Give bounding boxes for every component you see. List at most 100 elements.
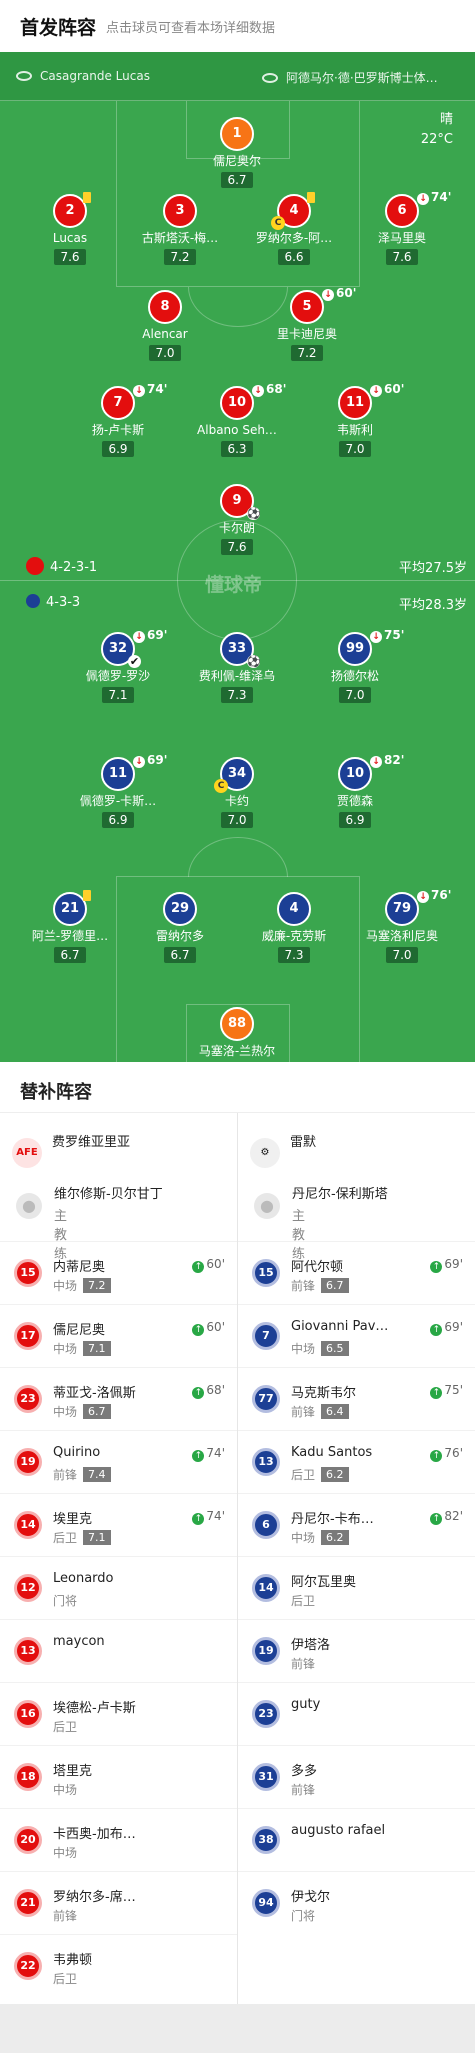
- home-avg-age: 平均27.5岁: [399, 561, 467, 576]
- away-player-29[interactable]: 29 雷纳尔多 6.7: [130, 892, 230, 963]
- sub-on-minute: ↑ 82': [430, 1509, 463, 1525]
- sub-in-icon: ↑: [430, 1513, 443, 1525]
- subs-title: 替补阵容: [20, 1082, 92, 1103]
- sub-minute: 82': [384, 753, 405, 767]
- sub-minute: 69': [147, 628, 168, 642]
- sub-player-rating: 6.5: [321, 1341, 349, 1356]
- home-player-11[interactable]: 11 ↓ 60' 韦斯利 7.0: [305, 382, 405, 457]
- home-player-3[interactable]: 3 古斯塔沃-梅… 7.2: [130, 194, 230, 265]
- sub-player-row[interactable]: 94 伊戈尔 门将: [238, 1871, 475, 1934]
- sub-player-number: 20: [14, 1826, 42, 1854]
- player-rating: 7.3: [221, 687, 253, 703]
- home-player-7[interactable]: 7 ↓ 74' 扬-卢卡斯 6.9: [68, 382, 168, 457]
- sub-player-row[interactable]: 6 丹尼尔-卡布… 中场 6.2 ↑ 82': [238, 1493, 475, 1556]
- number-text: 8: [160, 299, 170, 314]
- sub-player-name: guty: [291, 1697, 321, 1712]
- minute-text: 69': [444, 1320, 463, 1334]
- away-player-10[interactable]: 10 ↓ 82' 贾德森 6.9: [305, 753, 405, 828]
- away-player-79[interactable]: 79 ↓ 76' 马塞洛利尼奥 7.0: [352, 888, 452, 963]
- sub-out-icon: ↓: [252, 385, 264, 397]
- sub-player-number: 38: [252, 1826, 280, 1854]
- player-number: 33 ⚽: [220, 632, 261, 668]
- sub-player-row[interactable]: 13 Kadu Santos 后卫 6.2 ↑ 76': [238, 1430, 475, 1493]
- player-rating: 6.6: [278, 249, 310, 265]
- sub-player-row[interactable]: 7 Giovanni Pav… 中场 6.5 ↑ 69': [238, 1304, 475, 1367]
- sub-player-row[interactable]: 12 Leonardo 门将: [0, 1556, 237, 1619]
- page-header: 首发阵容 点击球员可查看本场详细数据: [0, 0, 475, 52]
- sub-on-minute: ↑ 69': [430, 1320, 463, 1336]
- sub-player-row[interactable]: 23 guty: [238, 1682, 475, 1745]
- sub-player-row[interactable]: 31 多多 前锋: [238, 1745, 475, 1808]
- sub-on-minute: ↑ 76': [430, 1446, 463, 1462]
- home-player-2[interactable]: 2 Lucas 7.6: [20, 192, 120, 265]
- position-text: 后卫: [291, 1594, 316, 1608]
- away-player-33[interactable]: 33 ⚽ 费利佩-维泽乌 7.3: [187, 632, 287, 703]
- away-player-99[interactable]: 99 ↓ 75' 扬德尔松 7.0: [305, 628, 405, 703]
- player-name: 泽马里奥: [377, 231, 426, 245]
- home-player-6[interactable]: 6 ↓ 74' 泽马里奥 7.6: [352, 190, 452, 265]
- sub-player-name: 伊戈尔: [291, 1890, 331, 1905]
- sub-off-indicator: ↓ 74': [133, 382, 167, 397]
- sub-in-icon: ↑: [192, 1513, 205, 1525]
- home-player-10[interactable]: 10 ↓ 68' Albano Seh… 6.3: [187, 382, 287, 457]
- home-team-header[interactable]: AFE 费罗维亚里亚: [12, 1131, 130, 1168]
- home-player-1[interactable]: 1 儒尼奥尔 6.7: [187, 117, 287, 188]
- position-text: 后卫: [53, 1972, 78, 1986]
- home-player-5[interactable]: 5 ↓ 60' 里卡迪尼奥 7.2: [257, 286, 357, 361]
- home-player-4[interactable]: 4 C 罗纳尔多-阿… 6.6: [244, 192, 344, 265]
- player-number: 99 ↓ 75': [338, 628, 404, 666]
- sub-player-row[interactable]: 17 儒尼尼奥 中场 7.1 ↑ 60': [0, 1304, 237, 1367]
- number-text: 1: [232, 126, 242, 141]
- sub-player-row[interactable]: 15 内蒂尼奥 中场 7.2 ↑ 60': [0, 1241, 237, 1304]
- sub-player-row[interactable]: 18 塔里克 中场: [0, 1745, 237, 1808]
- player-rating: 7.2: [164, 249, 196, 265]
- home-player-9[interactable]: 9 ⚽ 卡尔朗 7.6: [187, 484, 287, 555]
- sub-in-icon: ↑: [430, 1261, 443, 1273]
- sub-player-row[interactable]: 14 阿尔瓦里奥 后卫: [238, 1556, 475, 1619]
- sub-player-number: 12: [14, 1574, 42, 1602]
- player-number: 11 ↓ 60': [338, 382, 404, 420]
- sub-in-icon: ↑: [192, 1261, 205, 1273]
- home-player-8[interactable]: 8 Alencar 7.0: [115, 290, 215, 361]
- sub-player-rating: 6.7: [321, 1278, 349, 1293]
- position-text: 后卫: [53, 1720, 78, 1734]
- sub-player-row[interactable]: 22 韦弗顿 后卫: [0, 1934, 237, 1997]
- sub-player-name: maycon: [53, 1634, 105, 1649]
- minute-text: 74': [206, 1509, 225, 1523]
- sub-player-row[interactable]: 23 蒂亚戈-洛佩斯 中场 6.7 ↑ 68': [0, 1367, 237, 1430]
- away-player-21[interactable]: 21 阿兰-罗德里… 6.7: [20, 890, 120, 963]
- number-text: 9: [232, 493, 242, 508]
- sub-on-minute: ↑ 69': [430, 1257, 463, 1273]
- sub-player-row[interactable]: 20 卡西奥-加布… 中场: [0, 1808, 237, 1871]
- away-avg-age: 平均28.3岁: [399, 598, 467, 613]
- away-player-11[interactable]: 11 ↓ 69' 佩德罗-卡斯… 6.9: [68, 753, 168, 828]
- sub-player-row[interactable]: 19 Quirino 前锋 7.4 ↑ 74': [0, 1430, 237, 1493]
- number-text: 88: [227, 1016, 247, 1031]
- player-number: 2: [53, 192, 91, 228]
- sub-player-row[interactable]: 38 augusto rafael: [238, 1808, 475, 1871]
- temperature: 22°C: [420, 132, 453, 147]
- sub-player-row[interactable]: 15 阿代尔顿 前锋 6.7 ↑ 69': [238, 1241, 475, 1304]
- away-player-88[interactable]: 88马塞洛-兰热尔7.9: [187, 1007, 287, 1062]
- away-player-34[interactable]: 34 C 卡约 7.0: [187, 757, 287, 828]
- position-text: 前锋: [291, 1279, 316, 1293]
- sub-out-icon: ↓: [370, 756, 382, 768]
- sub-player-number: 23: [252, 1700, 280, 1728]
- sub-out-icon: ↓: [417, 891, 429, 903]
- minute-text: 60': [206, 1257, 225, 1271]
- sub-player-row[interactable]: 16 埃德松-卢卡斯 后卫: [0, 1682, 237, 1745]
- away-player-4[interactable]: 4 威廉-克劳斯 7.3: [244, 892, 344, 963]
- away-team-header[interactable]: ⚙ 雷默: [250, 1131, 316, 1168]
- away-player-32[interactable]: 32 ✔ ↓ 69' 佩德罗-罗沙 7.1: [68, 628, 168, 703]
- sub-player-name: augusto rafael: [291, 1823, 386, 1838]
- sub-player-rating: 6.2: [321, 1467, 349, 1482]
- sub-player-row[interactable]: 77 马克斯韦尔 前锋 6.4 ↑ 75': [238, 1367, 475, 1430]
- sub-player-row[interactable]: 19 伊塔洛 前锋: [238, 1619, 475, 1682]
- sub-player-row[interactable]: 14 埃里克 后卫 7.1 ↑ 74': [0, 1493, 237, 1556]
- sub-player-name: Giovanni Pav…: [291, 1319, 389, 1334]
- goal-ball-icon: ⚽: [247, 507, 261, 520]
- sub-player-row[interactable]: 13 maycon: [0, 1619, 237, 1682]
- away-subs-column: ⚙雷默 ● 丹尼尔-保利斯塔 主教练 15 阿代尔顿 前锋 6.7 ↑ 69' 7 Giovann…: [238, 1113, 475, 2004]
- sub-player-position: 中场 6.7: [53, 1403, 111, 1420]
- sub-player-row[interactable]: 21 罗纳尔多-席… 前锋: [0, 1871, 237, 1934]
